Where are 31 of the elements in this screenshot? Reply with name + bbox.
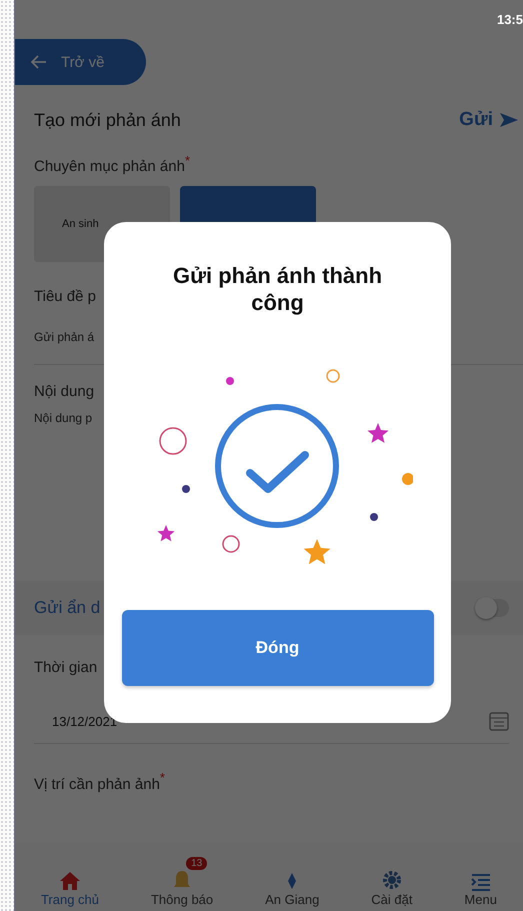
nav-tab[interactable]: Trang chủ bbox=[36, 859, 104, 907]
nav-tab[interactable]: Menu bbox=[460, 861, 501, 907]
close-button[interactable]: Đóng bbox=[122, 610, 434, 686]
nav-tab[interactable]: Thông báo 13 bbox=[146, 857, 218, 907]
calendar-icon[interactable] bbox=[489, 711, 509, 732]
anonymous-toggle[interactable] bbox=[477, 599, 509, 618]
nav-tab[interactable]: An Giang bbox=[261, 859, 324, 907]
back-arrow-icon bbox=[31, 55, 47, 69]
content-input[interactable]: Nội dung p bbox=[34, 411, 523, 566]
anonymous-label: Gửi ẩn d bbox=[34, 598, 100, 618]
field-label: Vị trí cần phản ảnh bbox=[33, 776, 160, 793]
required-mark: * bbox=[184, 153, 190, 168]
field-label: Nội dung bbox=[33, 383, 94, 400]
settings-icon bbox=[380, 869, 403, 891]
home-icon bbox=[59, 871, 81, 891]
field-label: Tiêu đề p bbox=[33, 288, 96, 306]
field-label: Thời gian bbox=[33, 659, 98, 676]
page-title: Tạo mới phản ánh bbox=[34, 110, 181, 130]
nav-tab[interactable]: Cài đặt bbox=[367, 857, 416, 907]
title-value: Gửi phản á bbox=[33, 330, 94, 344]
send-button[interactable]: Gửi bbox=[459, 109, 519, 131]
required-mark: * bbox=[160, 770, 165, 786]
check-circle-icon bbox=[214, 404, 338, 528]
back-button[interactable]: Trở về bbox=[15, 39, 146, 85]
field-label: Chuyên mục phản ánh bbox=[33, 158, 185, 176]
menu-icon bbox=[470, 873, 492, 891]
notification-badge: 13 bbox=[186, 857, 208, 870]
status-time: 13:5 bbox=[496, 12, 523, 26]
send-icon bbox=[499, 112, 519, 128]
date-value: 13/12/2021 bbox=[52, 714, 118, 729]
dialog-title: Gửi phản ánh thành công bbox=[172, 262, 384, 316]
